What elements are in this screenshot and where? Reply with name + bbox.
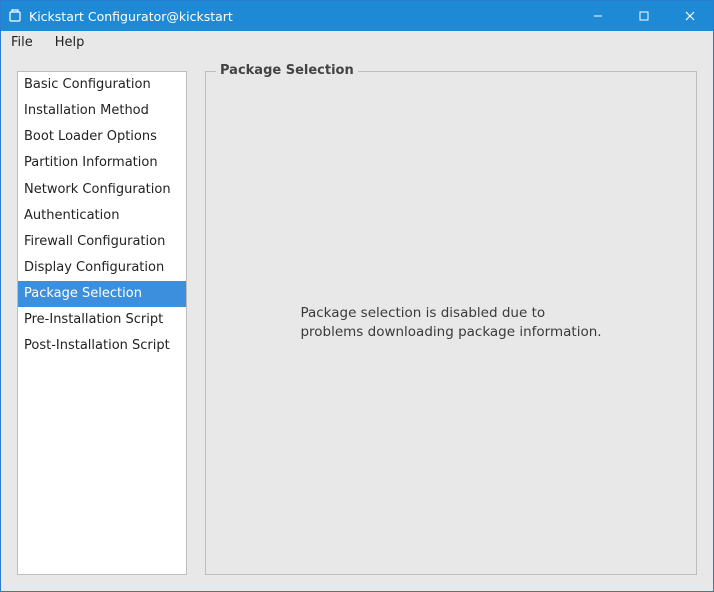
menu-help[interactable]: Help (51, 33, 89, 52)
sidebar: Basic ConfigurationInstallation MethodBo… (17, 71, 187, 575)
sidebar-item-network-configuration[interactable]: Network Configuration (18, 177, 186, 203)
minimize-button[interactable] (575, 1, 621, 31)
sidebar-item-authentication[interactable]: Authentication (18, 203, 186, 229)
sidebar-item-installation-method[interactable]: Installation Method (18, 98, 186, 124)
close-button[interactable] (667, 1, 713, 31)
titlebar: Kickstart Configurator@kickstart (1, 1, 713, 31)
panel-title: Package Selection (216, 63, 358, 78)
menu-file[interactable]: File (7, 33, 37, 52)
sidebar-item-package-selection[interactable]: Package Selection (18, 281, 186, 307)
sidebar-item-display-configuration[interactable]: Display Configuration (18, 255, 186, 281)
main-panel: Package Selection Package selection is d… (205, 71, 697, 575)
sidebar-item-partition-information[interactable]: Partition Information (18, 150, 186, 176)
maximize-button[interactable] (621, 1, 667, 31)
client-area: Basic ConfigurationInstallation MethodBo… (1, 55, 713, 591)
panel-body: Package selection is disabled due to pro… (206, 72, 696, 574)
panel-message-line1: Package selection is disabled due to (300, 305, 545, 321)
sidebar-item-basic-configuration[interactable]: Basic Configuration (18, 72, 186, 98)
sidebar-item-boot-loader-options[interactable]: Boot Loader Options (18, 124, 186, 150)
panel-message: Package selection is disabled due to pro… (300, 304, 601, 342)
sidebar-item-pre-installation-script[interactable]: Pre-Installation Script (18, 307, 186, 333)
sidebar-item-post-installation-script[interactable]: Post-Installation Script (18, 333, 186, 359)
app-icon (7, 8, 23, 24)
sidebar-item-firewall-configuration[interactable]: Firewall Configuration (18, 229, 186, 255)
menubar: File Help (1, 31, 713, 55)
panel-message-line2: problems downloading package information… (300, 324, 601, 340)
window-title: Kickstart Configurator@kickstart (29, 9, 575, 24)
